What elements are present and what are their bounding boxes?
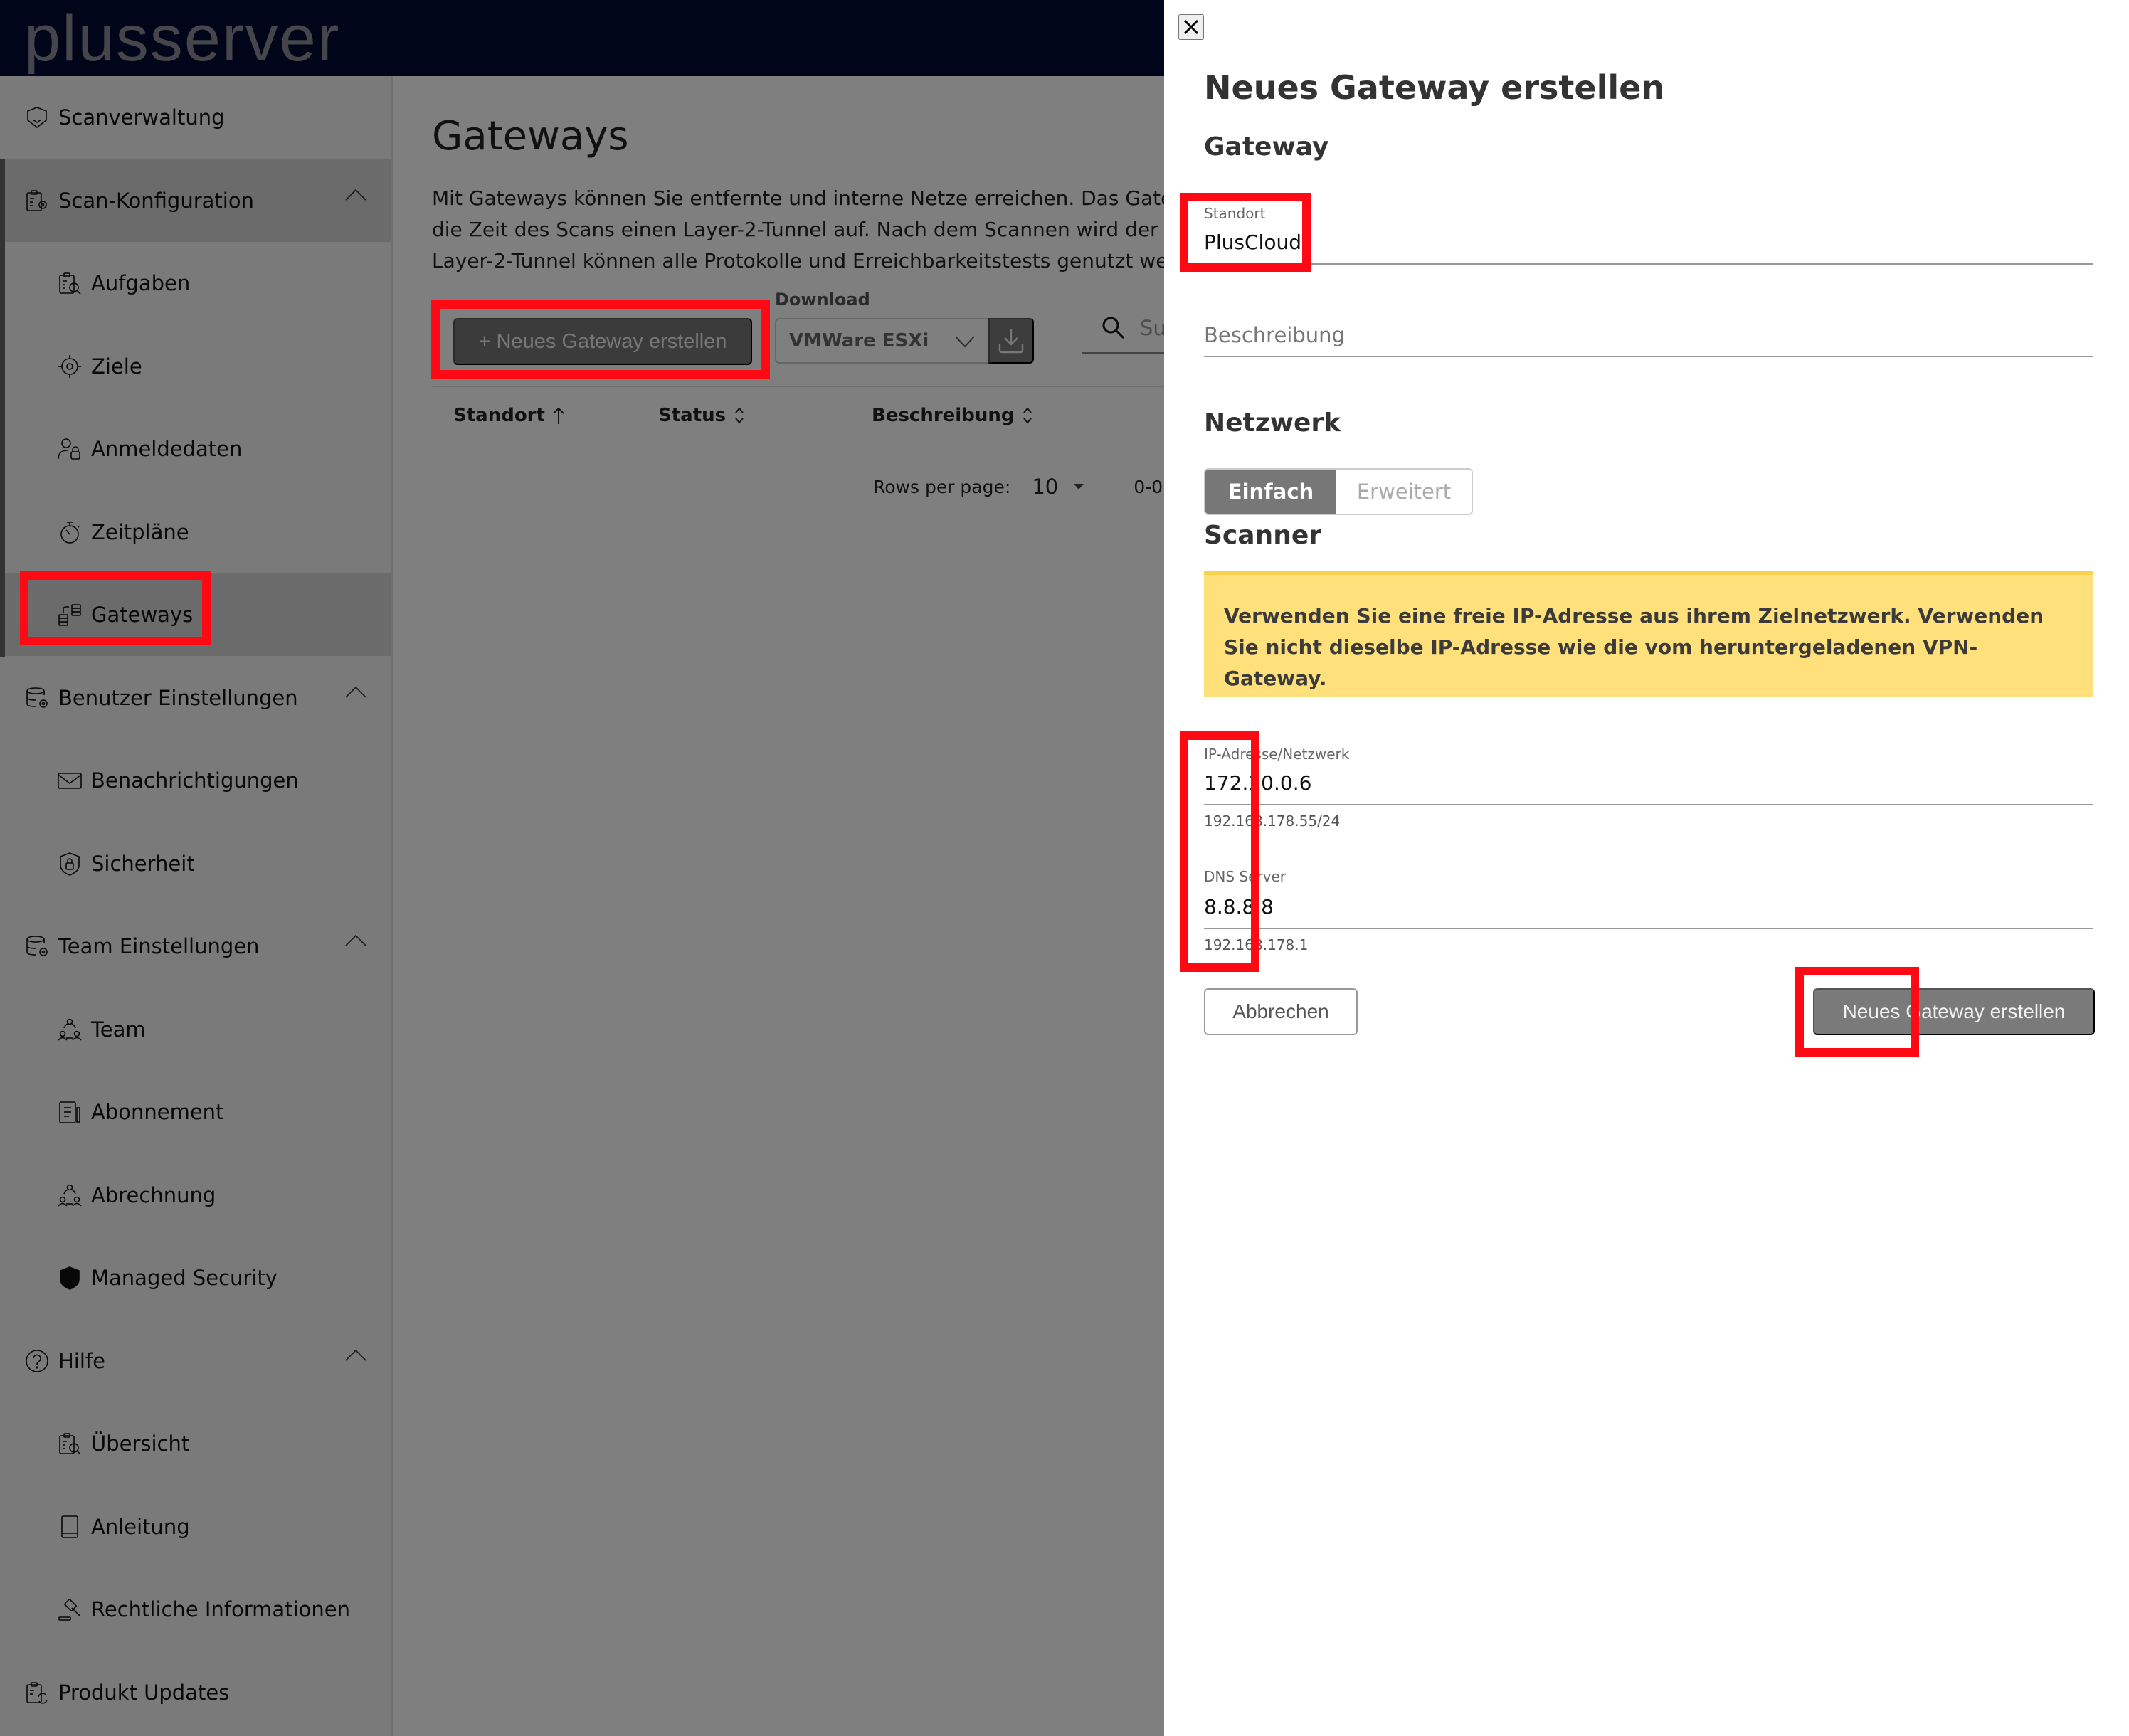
dns-server-value: 8.8.8.8: [1204, 895, 1274, 919]
create-gateway-drawer: Neues Gateway erstellen Gateway Standort…: [1164, 0, 2129, 1736]
mode-erweitert-option[interactable]: Erweitert: [1336, 470, 1472, 514]
standort-value: PlusCloud: [1204, 231, 1301, 254]
section-netzwerk-heading: Netzwerk: [1204, 408, 1341, 438]
ip-address-hint: 192.168.178.55/24: [1204, 813, 1341, 830]
section-scanner-heading: Scanner: [1204, 521, 1321, 550]
standort-label: Standort: [1204, 205, 1266, 222]
ip-address-label: IP-Adresse/Netzwerk: [1204, 746, 1350, 763]
warning-alert: Verwenden Sie eine freie IP-Adresse aus …: [1204, 571, 2093, 697]
mode-einfach-option[interactable]: Einfach: [1205, 470, 1336, 514]
beschreibung-placeholder: Beschreibung: [1204, 323, 1345, 347]
drawer-title: Neues Gateway erstellen: [1204, 68, 1665, 107]
ip-address-value: 172.30.0.6: [1204, 771, 1312, 795]
dns-server-label: DNS Server: [1204, 868, 1286, 885]
network-mode-toggle: Einfach Erweitert: [1204, 468, 1473, 515]
modal-backdrop[interactable]: [0, 0, 1164, 1736]
cancel-button[interactable]: Abbrechen: [1204, 988, 1358, 1035]
dns-server-field[interactable]: DNS Server 8.8.8.8: [1204, 862, 2093, 929]
dns-server-hint: 192.168.178.1: [1204, 936, 1309, 953]
close-button[interactable]: [1178, 14, 1204, 40]
create-gateway-submit-button[interactable]: Neues Gateway erstellen: [1813, 988, 2095, 1035]
section-gateway-heading: Gateway: [1204, 132, 1329, 162]
ip-address-field[interactable]: IP-Adresse/Netzwerk 172.30.0.6: [1204, 740, 2093, 805]
warning-alert-text: Verwenden Sie eine freie IP-Adresse aus …: [1224, 604, 2044, 690]
close-icon: [1183, 18, 1200, 36]
standort-field[interactable]: Standort PlusCloud: [1204, 199, 2093, 265]
beschreibung-input[interactable]: Beschreibung: [1204, 313, 2093, 357]
